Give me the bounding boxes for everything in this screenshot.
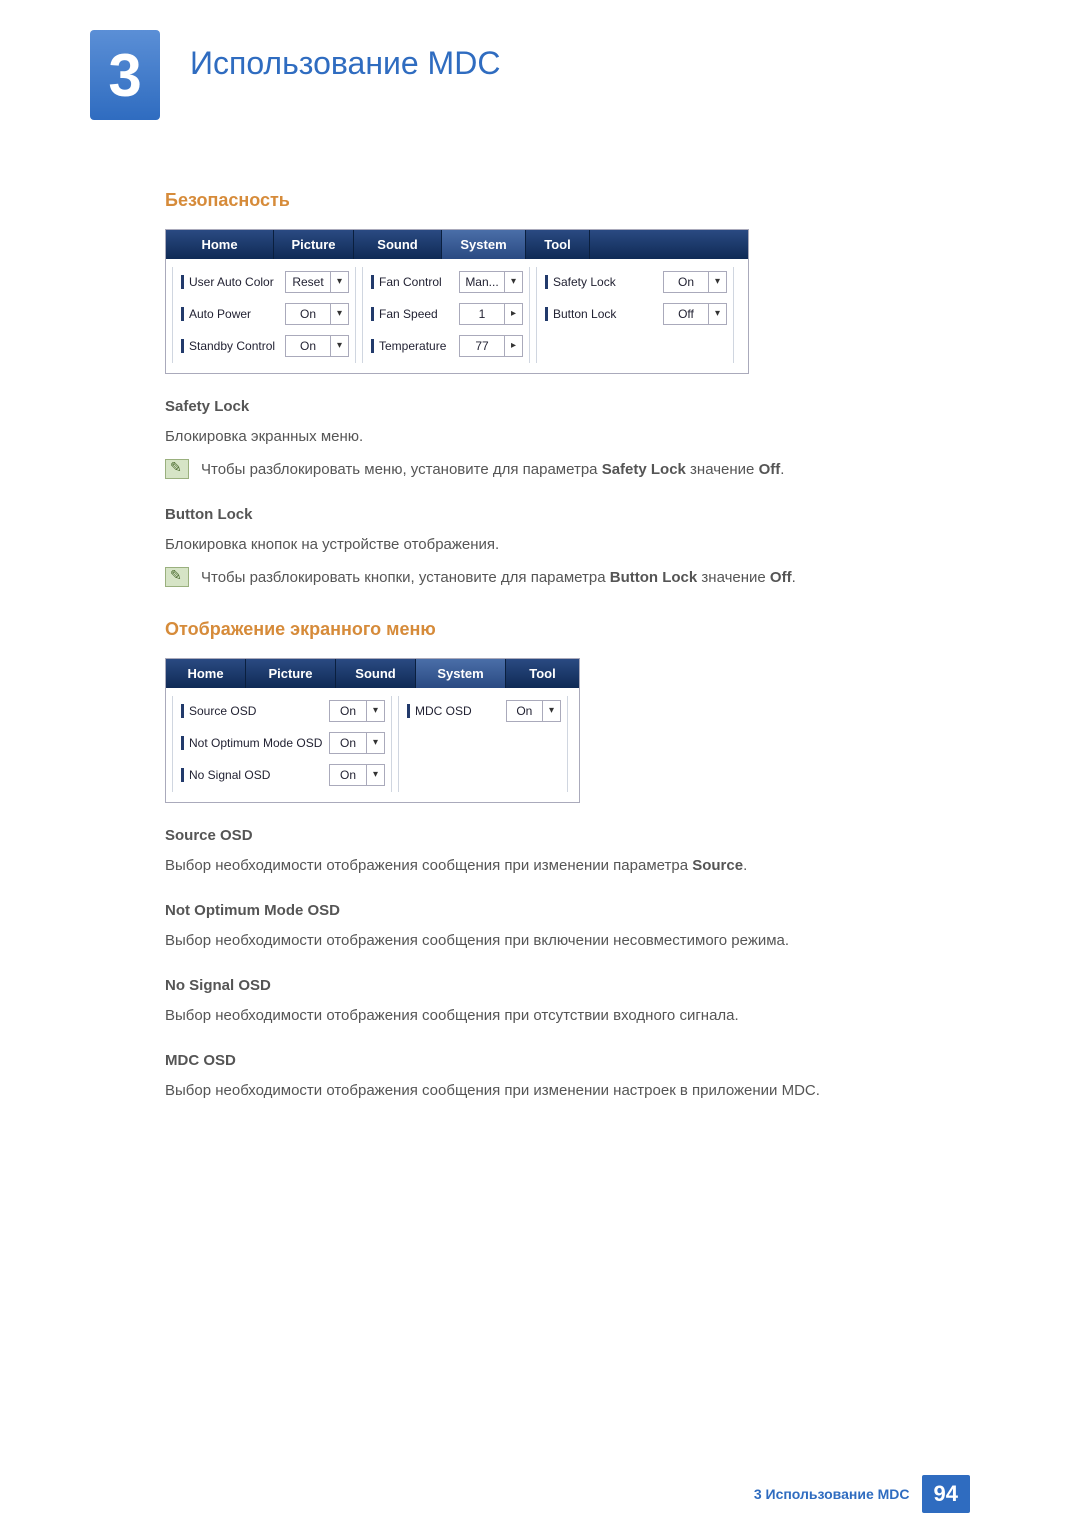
row-marker: [181, 339, 184, 353]
stepper-temperature[interactable]: 77 ▸: [459, 335, 523, 357]
text-button-lock-desc: Блокировка кнопок на устройстве отображе…: [165, 533, 950, 557]
chevron-down-icon: ▾: [366, 765, 384, 785]
panel1-tabbar: Home Picture Sound System Tool: [166, 230, 748, 259]
stepper-fan-speed[interactable]: 1 ▸: [459, 303, 523, 325]
row-marker: [545, 307, 548, 321]
tab-picture[interactable]: Picture: [274, 230, 354, 259]
row-marker: [371, 339, 374, 353]
chevron-down-icon: ▾: [708, 272, 726, 292]
label-mdc-osd: MDC OSD: [415, 704, 506, 718]
dropdown-mdc-osd[interactable]: On ▾: [506, 700, 561, 722]
label-fan-control: Fan Control: [379, 275, 459, 289]
heading-no-signal-osd: No Signal OSD: [165, 977, 950, 994]
heading-safety-lock: Safety Lock: [165, 398, 950, 415]
row-marker: [181, 736, 184, 750]
panel2-tabbar: Home Picture Sound System Tool: [166, 659, 579, 688]
chapter-number: 3: [90, 30, 160, 120]
note-icon: [165, 567, 189, 587]
heading-source-osd: Source OSD: [165, 827, 950, 844]
osd-panel: Home Picture Sound System Tool Source OS…: [165, 658, 580, 803]
chevron-down-icon: ▾: [330, 336, 348, 356]
label-fan-speed: Fan Speed: [379, 307, 459, 321]
footer-text: 3 Использование MDC: [754, 1486, 910, 1502]
row-marker: [181, 704, 184, 718]
note-icon: [165, 459, 189, 479]
chevron-down-icon: ▾: [504, 272, 522, 292]
section-security: Безопасность: [165, 190, 950, 211]
dropdown-source-osd[interactable]: On ▾: [329, 700, 385, 722]
label-source-osd: Source OSD: [189, 704, 329, 718]
dropdown-safety-lock[interactable]: On ▾: [663, 271, 727, 293]
tab-sound[interactable]: Sound: [354, 230, 442, 259]
heading-button-lock: Button Lock: [165, 506, 950, 523]
chevron-down-icon: ▾: [366, 701, 384, 721]
chevron-down-icon: ▾: [708, 304, 726, 324]
tab-home[interactable]: Home: [166, 659, 246, 688]
tab-home[interactable]: Home: [166, 230, 274, 259]
label-button-lock: Button Lock: [553, 307, 663, 321]
tab-system[interactable]: System: [442, 230, 526, 259]
tab-tool[interactable]: Tool: [526, 230, 590, 259]
heading-not-optimum-osd: Not Optimum Mode OSD: [165, 902, 950, 919]
chevron-down-icon: ▾: [366, 733, 384, 753]
chapter-header: 3 Использование MDC: [90, 30, 500, 120]
row-marker: [371, 307, 374, 321]
dropdown-not-optimum-osd[interactable]: On ▾: [329, 732, 385, 754]
text-source-osd: Выбор необходимости отображения сообщени…: [165, 854, 950, 878]
row-marker: [407, 704, 410, 718]
chevron-right-icon: ▸: [504, 304, 522, 324]
tab-sound[interactable]: Sound: [336, 659, 416, 688]
label-standby-control: Standby Control: [189, 339, 285, 353]
label-user-auto-color: User Auto Color: [189, 275, 285, 289]
note-button-lock: Чтобы разблокировать кнопки, установите …: [165, 567, 950, 590]
row-marker: [545, 275, 548, 289]
row-marker: [181, 275, 184, 289]
text-no-signal-osd: Выбор необходимости отображения сообщени…: [165, 1004, 950, 1028]
chevron-down-icon: ▾: [330, 304, 348, 324]
dropdown-user-auto-color[interactable]: Reset ▾: [285, 271, 349, 293]
dropdown-auto-power[interactable]: On ▾: [285, 303, 349, 325]
chevron-down-icon: ▾: [542, 701, 560, 721]
text-mdc-osd: Выбор необходимости отображения сообщени…: [165, 1079, 950, 1103]
page-footer: 3 Использование MDC 94: [754, 1475, 970, 1513]
label-safety-lock: Safety Lock: [553, 275, 663, 289]
note-safety-lock: Чтобы разблокировать меню, установите дл…: [165, 459, 950, 482]
label-no-signal-osd: No Signal OSD: [189, 768, 329, 782]
chevron-right-icon: ▸: [504, 336, 522, 356]
dropdown-no-signal-osd[interactable]: On ▾: [329, 764, 385, 786]
dropdown-fan-control[interactable]: Man... ▾: [459, 271, 523, 293]
text-not-optimum-osd: Выбор необходимости отображения сообщени…: [165, 929, 950, 953]
chapter-title: Использование MDC: [190, 45, 500, 82]
heading-mdc-osd: MDC OSD: [165, 1052, 950, 1069]
note-button-lock-text: Чтобы разблокировать кнопки, установите …: [201, 567, 796, 590]
note-safety-lock-text: Чтобы разблокировать меню, установите дл…: [201, 459, 784, 482]
row-marker: [371, 275, 374, 289]
dropdown-button-lock[interactable]: Off ▾: [663, 303, 727, 325]
row-marker: [181, 307, 184, 321]
tab-system[interactable]: System: [416, 659, 506, 688]
tab-tool[interactable]: Tool: [506, 659, 579, 688]
label-not-optimum-osd: Not Optimum Mode OSD: [189, 736, 329, 750]
dropdown-standby-control[interactable]: On ▾: [285, 335, 349, 357]
tab-spacer: [590, 230, 748, 259]
label-auto-power: Auto Power: [189, 307, 285, 321]
tab-picture[interactable]: Picture: [246, 659, 336, 688]
text-safety-lock-desc: Блокировка экранных меню.: [165, 425, 950, 449]
chevron-down-icon: ▾: [330, 272, 348, 292]
security-panel: Home Picture Sound System Tool User Auto…: [165, 229, 749, 374]
section-osd: Отображение экранного меню: [165, 619, 950, 640]
page-number: 94: [922, 1475, 970, 1513]
row-marker: [181, 768, 184, 782]
label-temperature: Temperature: [379, 339, 459, 353]
